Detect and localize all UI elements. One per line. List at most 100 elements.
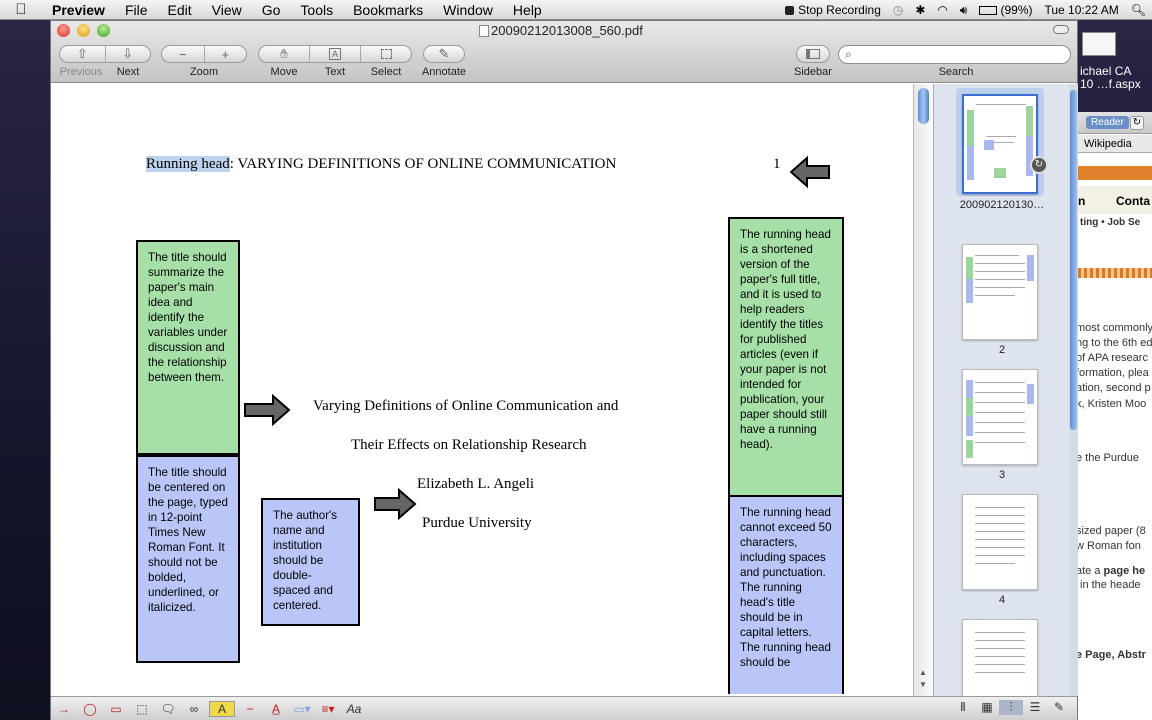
thumbnail-label-page-1: 200902120130…: [959, 199, 1045, 211]
bluetooth-icon[interactable]: ✱: [909, 3, 931, 17]
preview-window[interactable]: 20090212013008_560.pdf ⇧ ⇩ Previous Next…: [50, 20, 1078, 720]
select-tool-button[interactable]: [361, 46, 411, 62]
annotate-button[interactable]: ✎: [423, 45, 465, 63]
document-scroll-thumb[interactable]: [918, 88, 929, 124]
zoom-window-button[interactable]: [97, 24, 110, 37]
move-tool-button[interactable]: ✋︎: [259, 46, 310, 62]
site-subnav[interactable]: ting • Job Se: [1080, 217, 1140, 228]
thumbnail-page-1[interactable]: [962, 94, 1038, 194]
apple-menu-icon[interactable]: : [0, 1, 42, 18]
decorative-stripe: [1078, 268, 1152, 278]
text-label: Text: [324, 66, 346, 78]
link-annotation-icon[interactable]: ∞: [181, 702, 207, 716]
page-text-line: formation, plea: [1078, 367, 1149, 379]
sidebar-toggle-button[interactable]: [796, 45, 830, 63]
select-label: Select: [370, 66, 402, 78]
color-picker-icon[interactable]: ▭▾: [289, 702, 315, 716]
previous-label: Previous: [59, 66, 103, 78]
minimize-window-button[interactable]: [77, 24, 90, 37]
battery-item[interactable]: (99%): [973, 3, 1038, 17]
thumb-mark: [966, 398, 973, 416]
strikethrough-annotation-icon[interactable]: −: [237, 702, 263, 716]
background-browser-window[interactable]: Reader ↻ Wikipedia n Conta ting • Job Se…: [1078, 112, 1152, 720]
search-field[interactable]: ⌕: [838, 45, 1071, 64]
single-page-view-icon[interactable]: Ⅱ: [951, 700, 975, 715]
next-button[interactable]: ⇩: [106, 46, 151, 62]
menu-bookmarks[interactable]: Bookmarks: [343, 0, 433, 20]
list-view-icon[interactable]: ☰: [1023, 700, 1047, 715]
menu-help[interactable]: Help: [503, 0, 552, 20]
reload-icon[interactable]: ↻: [1130, 116, 1144, 130]
thumbnail-sidebar[interactable]: ↻ 200902120130… 2 3 4: [933, 84, 1069, 715]
running-head[interactable]: Running head: VARYING DEFINITIONS OF ONL…: [146, 156, 616, 173]
reader-button[interactable]: Reader: [1086, 116, 1129, 129]
grid-view-icon[interactable]: ▦: [975, 700, 999, 715]
thumbnail-page-3[interactable]: [962, 369, 1038, 465]
document-scrollbar[interactable]: ▲ ▼: [913, 84, 933, 696]
previous-button[interactable]: ⇧: [60, 46, 106, 62]
scroll-down-arrow-icon[interactable]: ▼: [919, 680, 927, 689]
rectangle-annotation-icon[interactable]: ▭: [103, 702, 129, 716]
desktop-file-label[interactable]: ichael CA 10 …f.aspx: [1080, 65, 1141, 91]
scroll-up-arrow-icon[interactable]: ▲: [919, 668, 927, 677]
time-machine-icon[interactable]: ◷: [887, 3, 909, 17]
menu-window[interactable]: Window: [433, 0, 503, 20]
running-head-selection[interactable]: Running head: [146, 156, 230, 172]
note-annotation-icon[interactable]: 🗨︎: [155, 702, 181, 716]
continuous-view-icon[interactable]: ⫶: [999, 700, 1023, 715]
menu-view[interactable]: View: [202, 0, 252, 20]
menu-go[interactable]: Go: [252, 0, 291, 20]
page-number: 1: [773, 156, 781, 172]
volume-icon[interactable]: 🔊︎: [954, 3, 974, 18]
page-text-line: sized paper (8: [1078, 525, 1146, 537]
thumb-line: [975, 255, 1019, 256]
stop-recording-item[interactable]: Stop Recording: [779, 3, 887, 17]
page-text-line: of APA researc: [1078, 352, 1148, 364]
thumb-mark: [1027, 255, 1034, 281]
thumb-mark: [966, 279, 973, 303]
site-nav-item-contact[interactable]: Conta: [1116, 194, 1150, 208]
underline-annotation-icon[interactable]: A̲: [263, 702, 289, 716]
page-text-bold: page he: [1103, 565, 1146, 577]
menu-bar:  Preview File Edit View Go Tools Bookma…: [0, 0, 1152, 20]
pdf-page-view[interactable]: Running head: VARYING DEFINITIONS OF ONL…: [55, 84, 912, 694]
thumbnail-page-4[interactable]: [962, 494, 1038, 590]
font-icon[interactable]: Aa: [341, 702, 367, 716]
thumb-line: [975, 547, 1025, 548]
menu-app-name[interactable]: Preview: [42, 0, 115, 20]
spotlight-icon[interactable]: 🔍︎: [1125, 3, 1152, 17]
thumb-mark: [994, 168, 1006, 178]
sidebar-scrollbar[interactable]: [1069, 84, 1078, 696]
desktop-file-icon[interactable]: [1082, 32, 1116, 56]
edit-icon[interactable]: ✎: [1047, 700, 1071, 715]
thumbnail-page-2[interactable]: [962, 244, 1038, 340]
highlight-annotation-icon[interactable]: A: [209, 700, 235, 717]
text-box-annotation-icon[interactable]: ⬚: [129, 702, 155, 716]
clock[interactable]: Tue 10:22 AM: [1038, 3, 1124, 17]
line-style-icon[interactable]: ≡▾: [315, 702, 341, 716]
site-nav-item-1[interactable]: n: [1078, 194, 1085, 208]
browser-toolbar: Reader ↻: [1078, 112, 1152, 134]
thumb-line: [975, 531, 1025, 532]
search-input[interactable]: [861, 47, 1061, 62]
thumb-line: [975, 432, 1025, 433]
zoom-in-button[interactable]: +: [205, 46, 247, 62]
arrow-down-icon: ⇩: [122, 46, 134, 61]
window-titlebar[interactable]: 20090212013008_560.pdf ⇧ ⇩ Previous Next…: [51, 21, 1077, 83]
menu-file[interactable]: File: [115, 0, 158, 20]
paper-title-line-2: Their Effects on Relationship Research: [351, 437, 587, 453]
menu-tools[interactable]: Tools: [290, 0, 343, 20]
prev-next-control: ⇧ ⇩: [59, 45, 151, 63]
note-running-head: The running head is a shortened version …: [728, 217, 844, 497]
close-window-button[interactable]: [57, 24, 70, 37]
rotate-icon[interactable]: ↻: [1030, 156, 1048, 174]
sidebar-scroll-thumb[interactable]: [1070, 90, 1077, 430]
text-tool-button[interactable]: A: [310, 46, 361, 62]
bookmark-wikipedia[interactable]: Wikipedia: [1078, 135, 1152, 153]
menu-edit[interactable]: Edit: [158, 0, 202, 20]
wifi-icon[interactable]: ◠: [931, 3, 953, 17]
toolbar-toggle-button[interactable]: [1053, 25, 1069, 34]
arrow-annotation-icon[interactable]: →: [51, 702, 77, 716]
zoom-out-button[interactable]: −: [162, 46, 205, 62]
oval-annotation-icon[interactable]: ◯: [77, 702, 103, 716]
